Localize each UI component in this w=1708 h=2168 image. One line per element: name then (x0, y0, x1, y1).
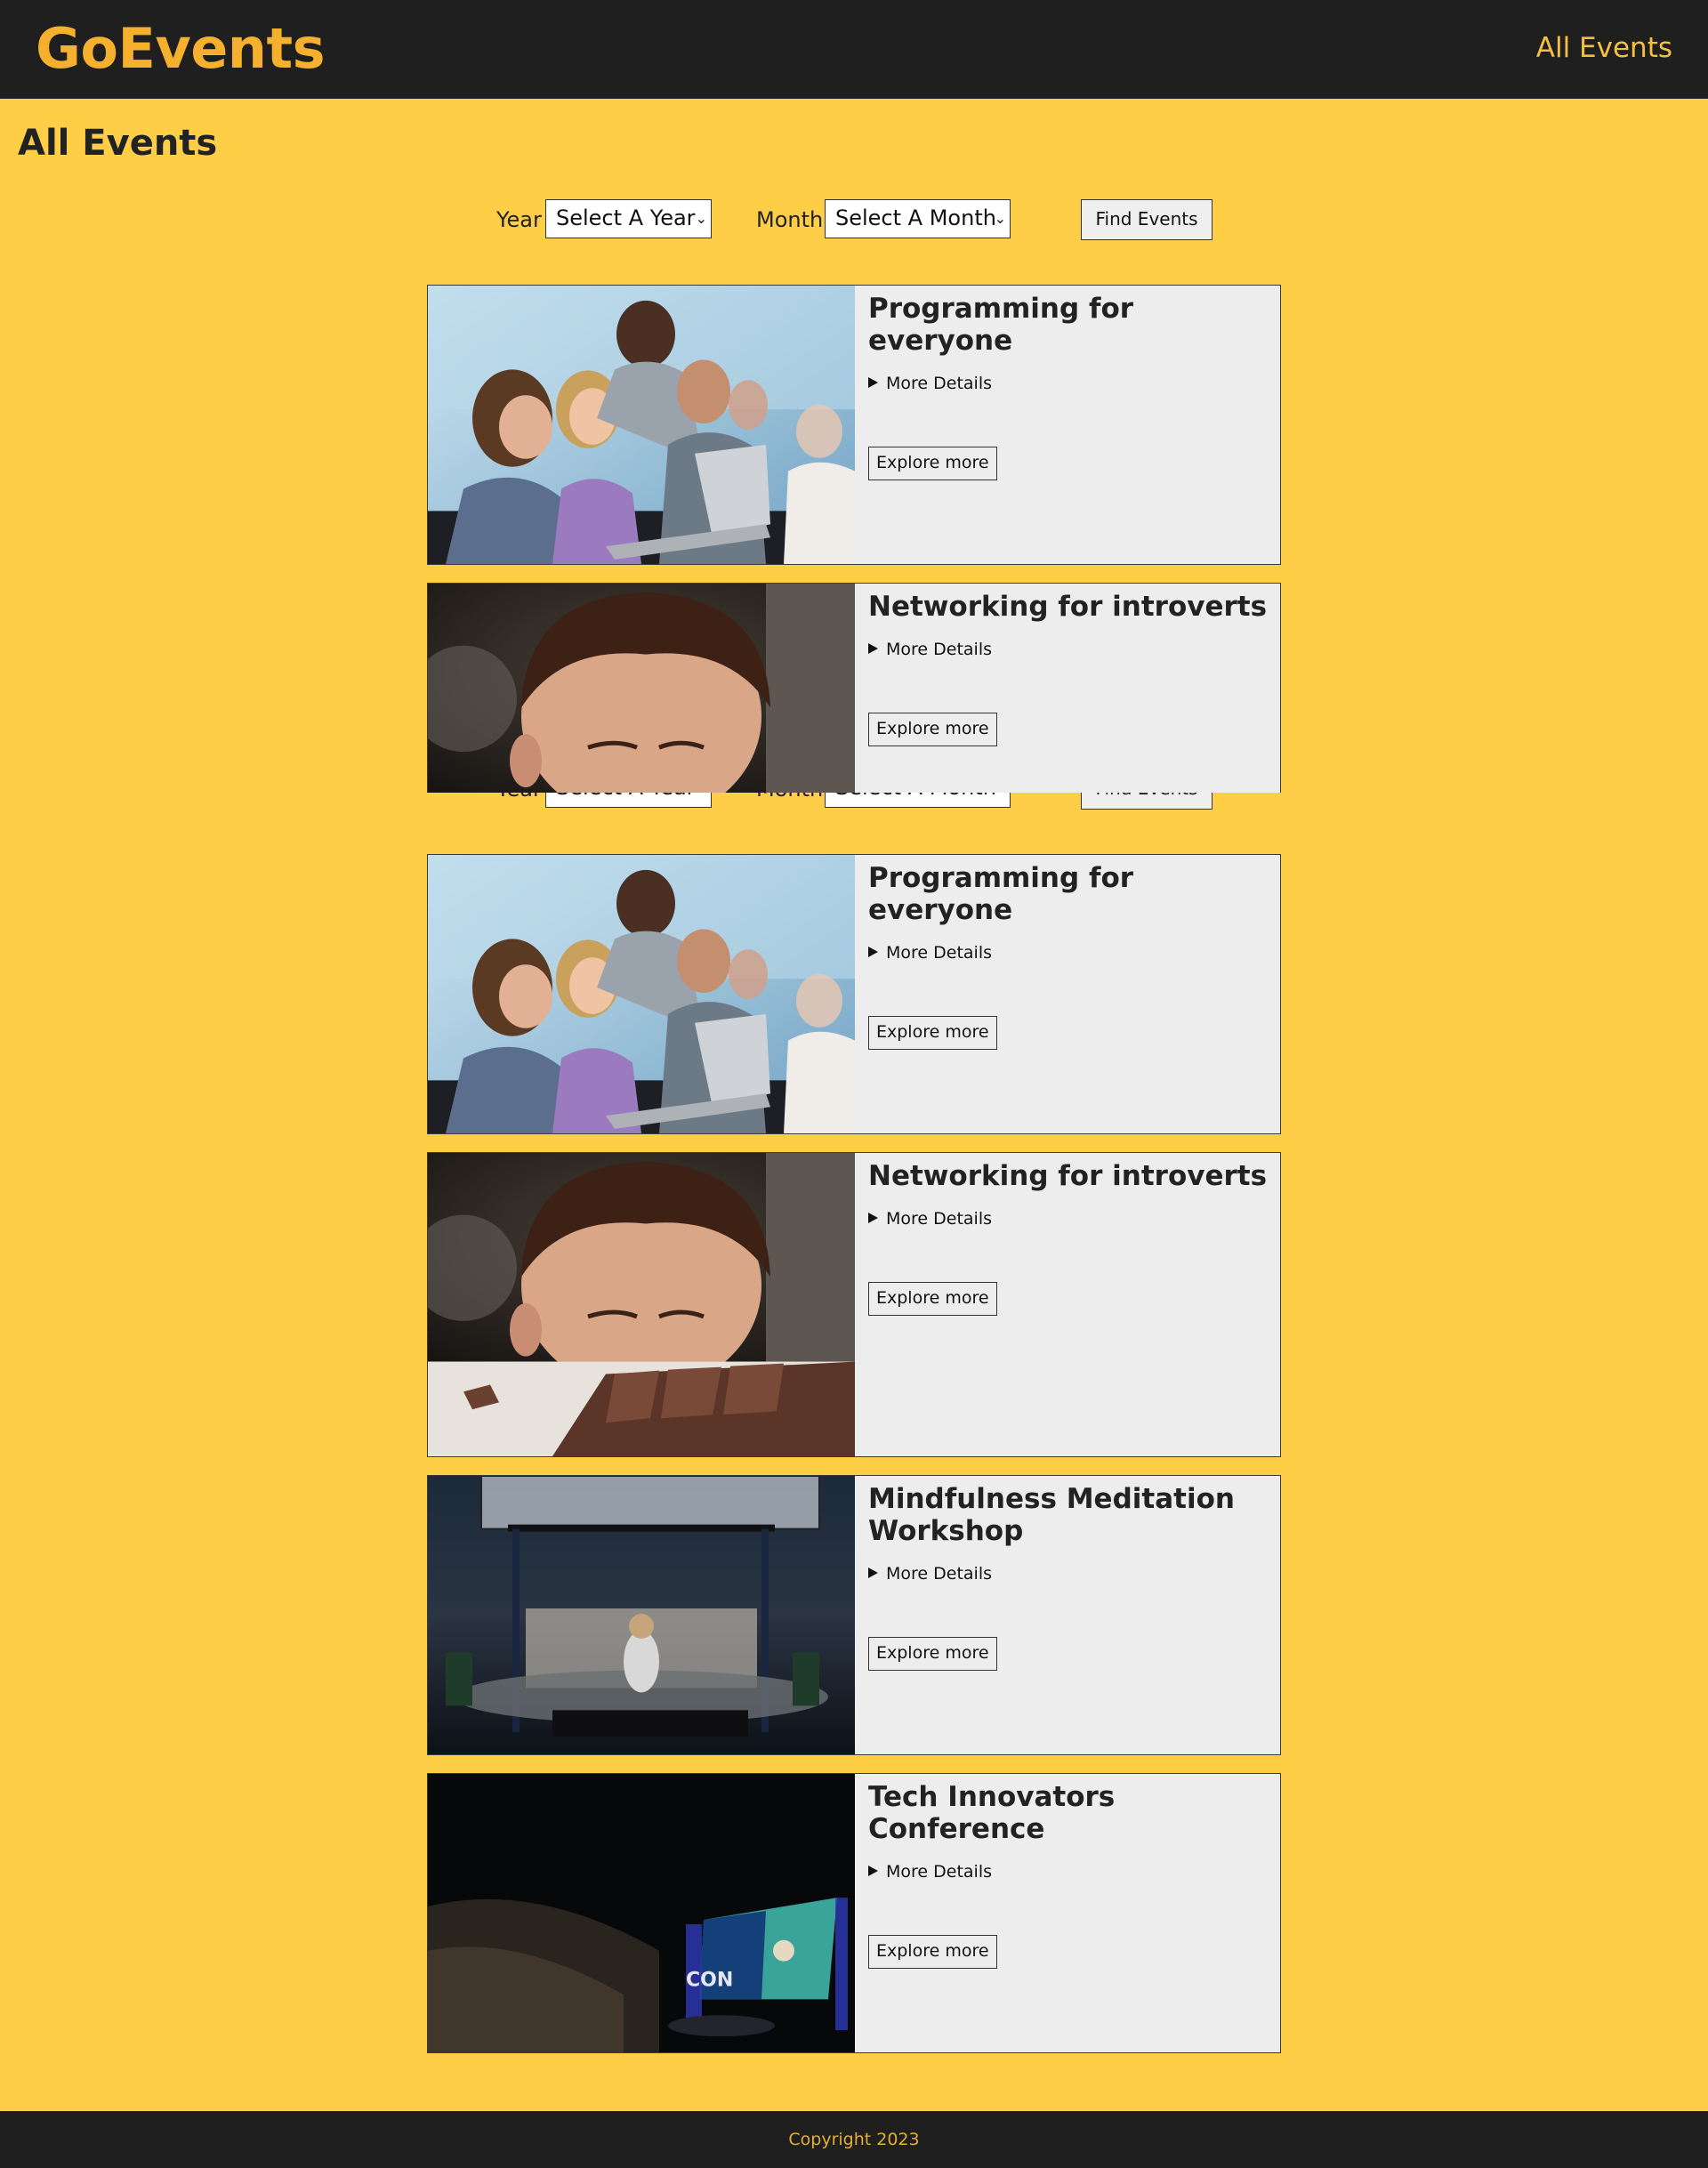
site-logo[interactable]: GoEvents (36, 14, 325, 84)
site-footer: Copyright 2023 (0, 2111, 1708, 2168)
more-details-toggle[interactable]: More Details (868, 1861, 1268, 1882)
disclosure-triangle-icon (868, 377, 878, 388)
disclosure-triangle-icon (868, 1568, 878, 1578)
month-select-value: Select A Month (835, 206, 996, 230)
event-card: Mindfulness Meditation Workshop More Det… (427, 1475, 1281, 1755)
group-laptop-photo (428, 855, 855, 1133)
chevron-down-icon: ⌄ (994, 210, 1006, 227)
event-title: Networking for introverts (868, 591, 1268, 623)
event-filter-form: Year Select A Year ⌄ Month Select A Mont… (0, 199, 1708, 240)
event-image (428, 855, 855, 1133)
event-title: Programming for everyone (868, 862, 1134, 926)
year-label: Year (496, 207, 542, 232)
year-select[interactable]: Select A Year ⌄ (545, 199, 712, 238)
disclosure-triangle-icon (868, 1866, 878, 1876)
event-card: Networking for introverts More Details E… (427, 583, 1281, 793)
boy-and-chocolate-photo (428, 1153, 855, 1456)
more-details-label: More Details (886, 640, 993, 659)
group-laptop-photo (428, 286, 855, 564)
more-details-toggle[interactable]: More Details (868, 373, 1268, 394)
more-details-toggle[interactable]: More Details (868, 639, 1268, 660)
explore-more-button[interactable]: Explore more (868, 1637, 997, 1671)
disclosure-triangle-icon (868, 1213, 878, 1223)
nav-all-events-link[interactable]: All Events (1536, 30, 1672, 66)
event-image (428, 286, 855, 564)
more-details-toggle[interactable]: More Details (868, 942, 1268, 963)
explore-more-button[interactable]: Explore more (868, 1935, 997, 1969)
more-details-label: More Details (886, 1209, 993, 1229)
copyright-text: Copyright 2023 (788, 2130, 920, 2149)
svg-text:CON: CON (686, 1970, 733, 1992)
event-image: CON (428, 1774, 855, 2052)
event-image (428, 584, 855, 793)
year-select-value: Select A Year (556, 206, 696, 230)
boy-looking-down-photo (428, 584, 855, 793)
event-image (428, 1153, 855, 1456)
month-select[interactable]: Select A Month ⌄ (825, 199, 1011, 238)
month-label: Month (756, 207, 824, 232)
event-title: Tech Innovators Conference (868, 1781, 1116, 1845)
chevron-down-icon: ⌄ (695, 210, 707, 227)
event-card: Programming for everyone More Details Ex… (427, 854, 1281, 1134)
more-details-label: More Details (886, 1862, 993, 1882)
event-card: Networking for introverts More Details E… (427, 1152, 1281, 1457)
event-title: Networking for introverts (868, 1160, 1268, 1192)
more-details-toggle[interactable]: More Details (868, 1208, 1268, 1229)
find-events-button[interactable]: Find Events (1081, 199, 1213, 240)
event-card: Programming for everyone More Details Ex… (427, 285, 1281, 565)
explore-more-button[interactable]: Explore more (868, 1016, 997, 1050)
conference-auditorium-photo: CON (428, 1774, 855, 2052)
event-title: Mindfulness Meditation Workshop (868, 1483, 1235, 1547)
more-details-label: More Details (886, 1564, 993, 1584)
top-navbar: GoEvents All Events (0, 0, 1708, 99)
more-details-label: More Details (886, 374, 993, 393)
explore-more-button[interactable]: Explore more (868, 1282, 997, 1316)
disclosure-triangle-icon (868, 947, 878, 957)
event-card: CON Tech Innovators Conference More Deta… (427, 1773, 1281, 2053)
event-title: Programming for everyone (868, 293, 1134, 357)
event-image (428, 1476, 855, 1754)
explore-more-button[interactable]: Explore more (868, 713, 997, 746)
page-title: All Events (18, 123, 218, 164)
more-details-label: More Details (886, 943, 993, 963)
more-details-toggle[interactable]: More Details (868, 1563, 1268, 1584)
disclosure-triangle-icon (868, 643, 878, 654)
explore-more-button[interactable]: Explore more (868, 447, 997, 480)
meditation-hall-photo (428, 1476, 855, 1754)
